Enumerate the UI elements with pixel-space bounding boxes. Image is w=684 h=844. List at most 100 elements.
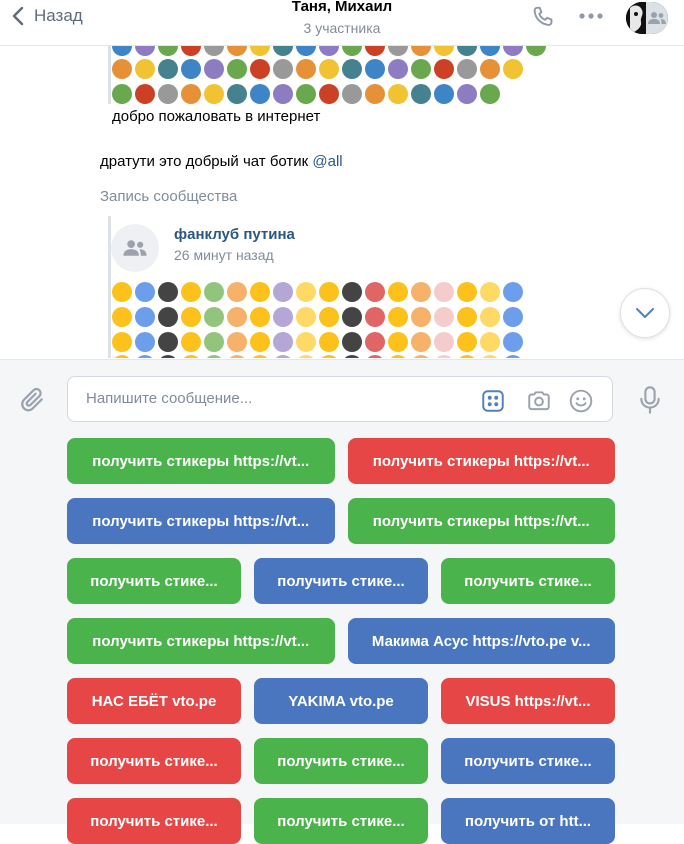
keyboard-button[interactable]: получить стике...: [254, 558, 428, 604]
emoji-glyph: [112, 59, 132, 79]
keyboard-button[interactable]: получить стикеры https://vt...: [67, 438, 335, 484]
emoji-glyph: [158, 307, 178, 327]
scroll-down-button[interactable]: [620, 288, 670, 338]
emoji-glyph: [204, 46, 224, 56]
keyboard-button[interactable]: получить стике...: [254, 738, 428, 784]
keyboard-button-label: получить стикеры https://vt...: [92, 632, 310, 650]
emoji-glyph: [365, 355, 385, 358]
keyboard-button[interactable]: получить стике...: [67, 798, 241, 844]
bot-keyboard-icon: [482, 390, 504, 412]
emoji-button[interactable]: [568, 388, 594, 419]
chat-header: Назад Таня, Михаил 3 участника: [0, 0, 684, 46]
keyboard-button[interactable]: получить стике...: [67, 558, 241, 604]
emoji-glyph: [342, 59, 362, 79]
emoji-glyph: [204, 282, 224, 302]
emoji-glyph: [250, 355, 270, 358]
emoji-glyph: [434, 84, 454, 104]
composer-area: получить стикеры https://vt... получить с…: [0, 359, 684, 844]
message-history[interactable]: добро пожаловать в интернет дратути это …: [0, 46, 684, 358]
emoji-glyph: [112, 355, 132, 358]
community-name-link[interactable]: фанклуб путина: [174, 226, 295, 243]
emoji-glyph: [480, 59, 500, 79]
emoji-glyph: [457, 84, 477, 104]
bot-keyboard-button[interactable]: [480, 388, 506, 419]
keyboard-button[interactable]: получить стикеры https://vt...: [67, 498, 335, 544]
emoji-sports-row-1: [112, 46, 546, 56]
keyboard-button-label: НАС ЕБЁТ vto.pe: [91, 692, 217, 710]
voice-message-button[interactable]: [638, 385, 662, 420]
emoji-glyph: [204, 84, 224, 104]
keyboard-button[interactable]: получить стикеры https://vt...: [347, 498, 615, 544]
emoji-glyph: [411, 46, 431, 56]
emoji-glyph: [480, 355, 500, 358]
mention-link[interactable]: @all: [312, 153, 342, 170]
camera-icon: [528, 391, 550, 411]
keyboard-button[interactable]: получить стике...: [67, 738, 241, 784]
keyboard-button[interactable]: НАС ЕБЁТ vto.pe: [67, 678, 241, 724]
emoji-glyph: [388, 282, 408, 302]
emoji-glyph: [388, 332, 408, 352]
keyboard-button[interactable]: получить стике...: [254, 798, 428, 844]
emoji-glyph: [526, 46, 546, 56]
emoji-glyph: [388, 84, 408, 104]
attach-button[interactable]: [18, 385, 48, 420]
emoji-glyph: [457, 355, 477, 358]
keyboard-button-label: получить стике...: [277, 752, 405, 770]
emoji-glyph: [227, 307, 247, 327]
emoji-faces-row-3: [112, 332, 523, 352]
emoji-glyph: [457, 332, 477, 352]
emoji-glyph: [388, 307, 408, 327]
keyboard-button[interactable]: получить стикеры https://vt...: [67, 618, 335, 664]
keyboard-button[interactable]: получить стике...: [441, 558, 615, 604]
camera-button[interactable]: [525, 388, 553, 419]
emoji-glyph: [296, 332, 316, 352]
keyboard-button[interactable]: Макима Асус https://vto.pe v...: [347, 618, 615, 664]
message-input-box[interactable]: [67, 376, 613, 422]
emoji-glyph: [181, 307, 201, 327]
emoji-glyph: [273, 46, 293, 56]
chat-avatar[interactable]: [626, 2, 668, 34]
emoji-glyph: [434, 332, 454, 352]
emoji-glyph: [342, 46, 362, 56]
emoji-glyph: [135, 59, 155, 79]
message-input[interactable]: [84, 389, 468, 408]
keyboard-button[interactable]: VISUS https://vt...: [441, 678, 615, 724]
more-button[interactable]: [578, 6, 604, 31]
emoji-glyph: [158, 332, 178, 352]
emoji-glyph: [273, 84, 293, 104]
emoji-glyph: [319, 307, 339, 327]
paperclip-icon: [21, 387, 43, 412]
emoji-glyph: [158, 59, 178, 79]
keyboard-button[interactable]: получить стике...: [441, 738, 615, 784]
emoji-glyph: [457, 307, 477, 327]
keyboard-button-label: получить стике...: [464, 572, 592, 590]
keyboard-button[interactable]: получить стикеры https://vt...: [347, 438, 615, 484]
keyboard-button[interactable]: YAKIMA vto.pe: [254, 678, 428, 724]
emoji-glyph: [181, 355, 201, 358]
community-avatar[interactable]: [111, 224, 159, 272]
emoji-glyph: [227, 355, 247, 358]
emoji-glyph: [250, 84, 270, 104]
emoji-glyph: [342, 307, 362, 327]
keyboard-button-label: получить стике...: [90, 572, 218, 590]
emoji-glyph: [250, 46, 270, 56]
emoji-glyph: [296, 46, 316, 56]
emoji-glyph: [158, 355, 178, 358]
emoji-glyph: [181, 84, 201, 104]
users-icon: [123, 240, 147, 256]
emoji-glyph: [227, 332, 247, 352]
keyboard-row: получить стике... получить стике... получи…: [67, 558, 615, 604]
emoji-glyph: [273, 59, 293, 79]
emoji-glyph: [135, 307, 155, 327]
keyboard-button-label: получить стикеры https://vt...: [92, 452, 310, 470]
keyboard-button-label: Макима Асус https://vto.pe v...: [371, 632, 591, 650]
keyboard-button[interactable]: получить от htt...: [441, 798, 615, 844]
keyboard-button-label: получить стике...: [277, 812, 405, 830]
welcome-message: добро пожаловать в интернет: [112, 108, 321, 125]
chat-message-text: дратути это добрый чат ботик: [100, 153, 313, 170]
chevron-down-icon: [636, 308, 654, 318]
keyboard-row: получить стикеры https://vt... получить с…: [67, 498, 615, 544]
call-button[interactable]: [530, 4, 556, 35]
emoji-glyph: [503, 332, 523, 352]
forward-quote-bar: [108, 46, 111, 104]
